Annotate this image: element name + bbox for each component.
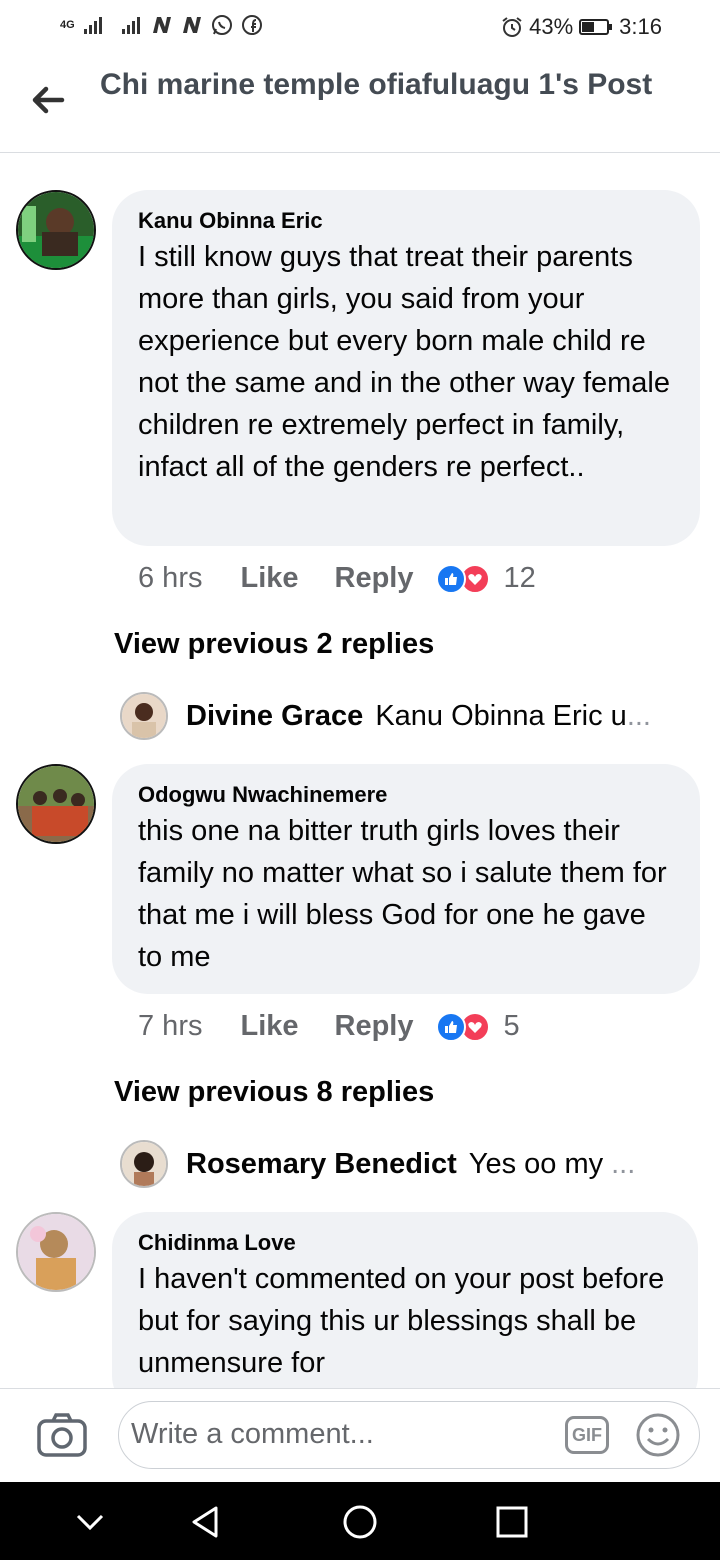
n-icon: [182, 17, 201, 33]
comment-text: this one na bitter truth girls loves the…: [138, 815, 667, 973]
comment-text: I haven't commented on your post before …: [138, 1263, 665, 1379]
comment-text: I still know guys that treat their paren…: [138, 241, 670, 483]
status-left: 4G: [60, 14, 263, 36]
comment-meta: 7 hrs Like Reply 5: [138, 1010, 520, 1043]
signal-icon: [121, 17, 140, 34]
like-reaction-icon: [435, 1011, 466, 1042]
view-previous-replies[interactable]: View previous 8 replies: [114, 1076, 434, 1109]
like-reaction-icon: [435, 563, 466, 594]
signal-icon: [83, 17, 102, 34]
avatar[interactable]: [16, 190, 96, 270]
reactions[interactable]: [435, 563, 490, 594]
comment-author[interactable]: Chidinma Love: [138, 1228, 672, 1258]
avatar[interactable]: [120, 692, 168, 740]
reactions[interactable]: [435, 1011, 490, 1042]
emoji-icon[interactable]: [635, 1412, 681, 1458]
chevron-down-icon[interactable]: [70, 1502, 110, 1542]
comment-author[interactable]: Kanu Obinna Eric: [138, 206, 674, 236]
comment-bubble[interactable]: Chidinma Love I haven't commented on you…: [112, 1212, 698, 1412]
comment-bubble[interactable]: Kanu Obinna Eric I still know guys that …: [112, 190, 700, 546]
reply-ellipsis: ...: [626, 699, 651, 732]
comment-author[interactable]: Odogwu Nwachinemere: [138, 780, 674, 810]
reply-button[interactable]: Reply: [335, 562, 414, 595]
comment-input[interactable]: Write a comment... GIF: [118, 1401, 700, 1469]
network-label: 4G: [60, 19, 75, 31]
comment-placeholder: Write a comment...: [131, 1418, 374, 1450]
reaction-count: 5: [503, 1010, 520, 1042]
alarm-icon: [502, 17, 522, 37]
comment-time: 7 hrs: [138, 1010, 203, 1042]
reply-button[interactable]: Reply: [335, 1010, 414, 1043]
status-bar: 4G 43% 3:16: [0, 0, 720, 56]
reaction-count: 12: [503, 562, 536, 594]
battery-percent: 43%: [529, 14, 574, 39]
status-right: 43% 3:16: [501, 14, 662, 40]
page-title: Chi marine temple ofiafuluagu 1's Post: [100, 68, 653, 101]
latest-reply[interactable]: Rosemary Benedict Yes oo my...: [120, 1140, 635, 1188]
gif-button[interactable]: GIF: [565, 1416, 609, 1454]
comment-time: 6 hrs: [138, 562, 203, 594]
avatar[interactable]: [16, 1212, 96, 1292]
latest-reply[interactable]: Divine Grace Kanu Obinna Eric u...: [120, 692, 651, 740]
view-previous-replies[interactable]: View previous 2 replies: [114, 628, 434, 661]
facebook-icon: [241, 15, 262, 35]
back-arrow-icon[interactable]: [28, 80, 68, 120]
reply-text: Kanu Obinna Eric u: [375, 699, 627, 732]
comment-bubble[interactable]: Odogwu Nwachinemere this one na bitter t…: [112, 764, 700, 994]
comment-meta: 6 hrs Like Reply 12: [138, 562, 536, 595]
like-button[interactable]: Like: [240, 1010, 298, 1043]
recents-square-icon[interactable]: [492, 1502, 532, 1542]
reply-author[interactable]: Divine Grace: [186, 700, 363, 733]
post-header: Chi marine temple ofiafuluagu 1's Post: [0, 56, 720, 153]
n-icon: [152, 17, 171, 33]
battery-icon: [579, 19, 613, 35]
comment-composer: Write a comment... GIF: [0, 1388, 720, 1483]
back-triangle-icon[interactable]: [186, 1502, 226, 1542]
reply-ellipsis: ...: [611, 1147, 636, 1180]
avatar[interactable]: [120, 1140, 168, 1188]
reply-author[interactable]: Rosemary Benedict: [186, 1148, 457, 1181]
home-circle-icon[interactable]: [340, 1502, 380, 1542]
camera-icon[interactable]: [36, 1409, 88, 1461]
reply-text: Yes oo my: [468, 1147, 604, 1180]
clock: 3:16: [619, 14, 662, 39]
like-button[interactable]: Like: [240, 562, 298, 595]
avatar[interactable]: [16, 764, 96, 844]
system-nav-bar: [0, 1482, 720, 1560]
whatsapp-icon: [211, 15, 232, 35]
